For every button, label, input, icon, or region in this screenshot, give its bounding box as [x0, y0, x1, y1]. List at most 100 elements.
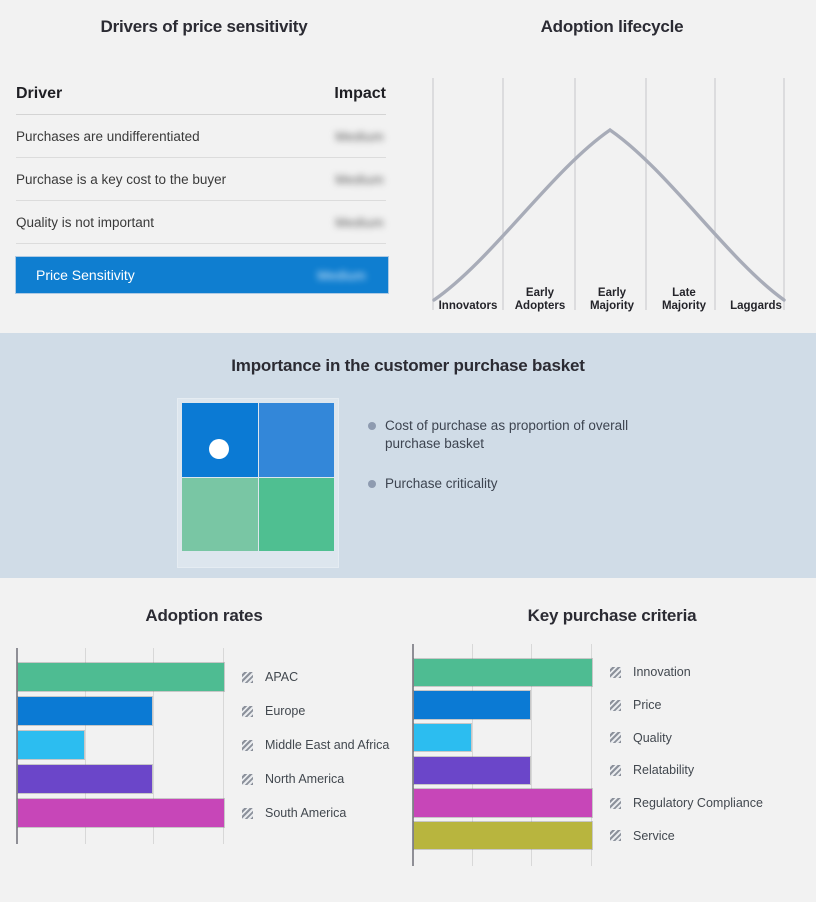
table-row[interactable]: Purchases are undifferentiated Medium	[16, 115, 386, 158]
legend-label: Relatability	[633, 763, 695, 778]
legend-item-relatability[interactable]: Relatability	[610, 754, 763, 787]
hatched-swatch-icon	[242, 705, 253, 717]
bar[interactable]	[18, 798, 224, 828]
hatched-swatch-icon	[610, 764, 621, 776]
driver-label: Purchases are undifferentiated	[16, 128, 200, 144]
table-row[interactable]: Purchase is a key cost to the buyer Medi…	[16, 158, 386, 201]
legend-label: Middle East and Africa	[265, 738, 390, 752]
bar[interactable]	[414, 789, 592, 817]
bar[interactable]	[18, 764, 152, 794]
stage-label-innovators: Innovators	[438, 300, 498, 312]
hatched-swatch-icon	[242, 807, 253, 819]
stage-label-early-majority: Early Majority	[589, 287, 635, 312]
bullet-icon	[368, 422, 376, 430]
position-marker-dot[interactable]	[209, 439, 229, 459]
legend-item-south-america[interactable]: South America	[242, 796, 389, 830]
basket-panel-title: Importance in the customer purchase bask…	[231, 356, 585, 375]
quadrant-bottom-left[interactable]	[182, 477, 258, 551]
legend-label: APAC	[265, 670, 299, 684]
legend-item-north-america[interactable]: North America	[242, 762, 389, 796]
quadrant-top-right[interactable]	[258, 403, 334, 477]
legend-label: Innovation	[633, 665, 691, 680]
adoption-rates-plot	[16, 648, 224, 844]
bar-row-south-america[interactable]	[18, 796, 224, 830]
legend-label: Quality	[633, 730, 672, 745]
hatched-swatch-icon	[242, 671, 253, 683]
hatched-swatch-icon	[610, 830, 621, 842]
bar-row-regulatory-compliance[interactable]	[414, 787, 592, 820]
adoption-rates-chart: APAC Europe Middle East and Africa North…	[16, 648, 389, 844]
bar[interactable]	[18, 696, 152, 726]
bar[interactable]	[414, 723, 471, 752]
hatched-swatch-icon	[610, 732, 621, 744]
adoption-rates-title: Adoption rates	[145, 606, 263, 625]
criteria-bar-rows	[414, 656, 592, 852]
price-sensitivity-impact: Medium	[317, 267, 366, 283]
bar[interactable]	[18, 730, 84, 760]
bar[interactable]	[414, 691, 530, 719]
adoption-lifecycle-panel: Adoption lifecycle Innovators Early Adop…	[408, 0, 816, 333]
stage-label-laggards: Laggards	[730, 300, 782, 312]
bar-row-quality[interactable]	[414, 721, 592, 754]
quadrant-grid	[182, 403, 334, 551]
legend-item-middle-east-africa[interactable]: Middle East and Africa	[242, 728, 389, 762]
impact-value: Medium	[335, 128, 384, 144]
stage-label-late-majority: Late Majority	[661, 287, 707, 312]
column-header-driver: Driver	[16, 85, 63, 102]
bar[interactable]	[414, 756, 530, 785]
key-criteria-plot	[412, 644, 592, 866]
hatched-swatch-icon	[610, 666, 621, 678]
bar-row-europe[interactable]	[18, 694, 224, 728]
hatched-swatch-icon	[242, 739, 253, 751]
legend-item-europe[interactable]: Europe	[242, 694, 389, 728]
key-purchase-criteria-title: Key purchase criteria	[527, 606, 697, 625]
key-purchase-criteria-legend: Innovation Price Quality Relatability Re…	[610, 644, 763, 866]
lifecycle-stage-labels: Innovators Early Adopters Early Majority…	[432, 275, 792, 315]
legend-item-service[interactable]: Service	[610, 819, 763, 852]
bar-row-innovation[interactable]	[414, 656, 592, 689]
stage-label-early-adopters: Early Adopters	[514, 287, 566, 312]
key-purchase-criteria-panel: Key purchase criteria Innovation Price Q…	[408, 578, 816, 902]
legend-item-regulatory-compliance[interactable]: Regulatory Compliance	[610, 787, 763, 820]
bar-row-north-america[interactable]	[18, 762, 224, 796]
legend-item-innovation[interactable]: Innovation	[610, 656, 763, 689]
drivers-of-price-sensitivity-panel: Drivers of price sensitivity Driver Impa…	[0, 0, 408, 333]
legend-label: Purchase criticality	[385, 476, 498, 491]
price-sensitivity-summary-row[interactable]: Price Sensitivity Medium	[16, 257, 388, 293]
purchase-basket-matrix[interactable]	[178, 399, 338, 567]
legend-item-cost-of-purchase: Cost of purchase as proportion of overal…	[368, 417, 630, 453]
legend-label: Price	[633, 698, 662, 712]
purchase-basket-panel: Importance in the customer purchase bask…	[0, 333, 816, 578]
legend-label: Regulatory Compliance	[633, 796, 763, 811]
lifecycle-panel-title: Adoption lifecycle	[540, 17, 684, 36]
bar-row-price[interactable]	[414, 689, 592, 722]
table-row[interactable]: Quality is not important Medium	[16, 201, 386, 244]
hatched-swatch-icon	[242, 773, 253, 785]
bar[interactable]	[414, 658, 592, 687]
legend-label: Service	[633, 828, 675, 843]
driver-label: Quality is not important	[16, 214, 155, 230]
bar-row-relatability[interactable]	[414, 754, 592, 787]
column-header-impact: Impact	[334, 85, 386, 102]
legend-label: Cost of purchase as proportion of overal…	[385, 418, 629, 451]
drivers-table-header: Driver Impact	[16, 85, 386, 115]
impact-value: Medium	[335, 171, 384, 187]
bar-row-service[interactable]	[414, 819, 592, 852]
hatched-swatch-icon	[610, 797, 621, 809]
bar-row-apac[interactable]	[18, 660, 224, 694]
legend-item-quality[interactable]: Quality	[610, 721, 763, 754]
hatched-swatch-icon	[610, 699, 621, 711]
quadrant-bottom-right[interactable]	[258, 477, 334, 551]
bar[interactable]	[414, 821, 592, 850]
drivers-table: Driver Impact Purchases are undifferenti…	[16, 85, 388, 293]
adoption-rates-legend: APAC Europe Middle East and Africa North…	[242, 648, 389, 844]
driver-label: Purchase is a key cost to the buyer	[16, 171, 227, 187]
bar-row-middle-east-africa[interactable]	[18, 728, 224, 762]
basket-legend: Cost of purchase as proportion of overal…	[368, 417, 668, 515]
price-sensitivity-label: Price Sensitivity	[36, 267, 135, 283]
bullet-icon	[368, 480, 376, 488]
legend-item-apac[interactable]: APAC	[242, 660, 389, 694]
bar[interactable]	[18, 662, 224, 692]
adoption-rates-panel: Adoption rates APAC Europe Middle East a…	[0, 578, 408, 902]
legend-item-price[interactable]: Price	[610, 689, 763, 722]
